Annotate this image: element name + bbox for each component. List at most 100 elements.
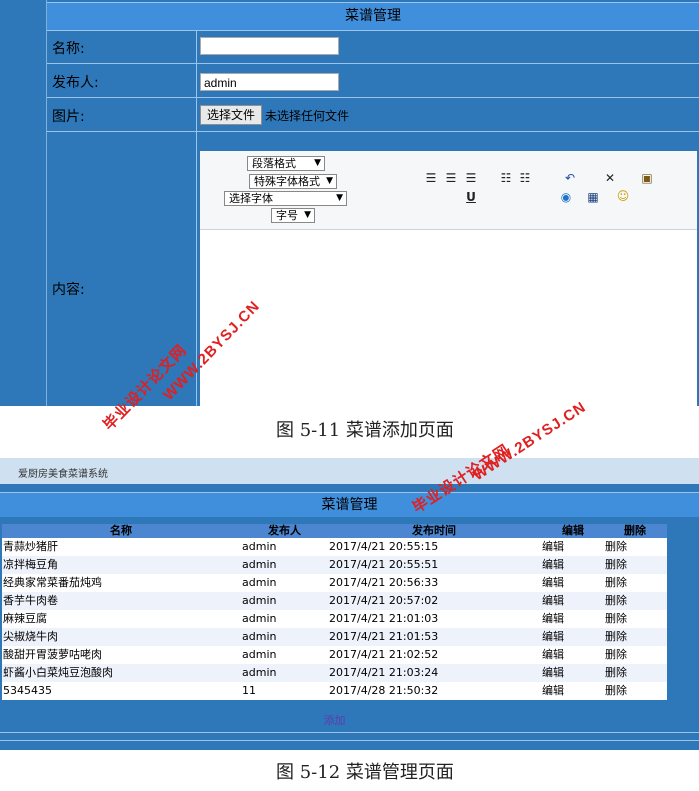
- font-size-value: 字号: [276, 209, 298, 222]
- cell-publisher: admin: [242, 594, 277, 607]
- edit-link[interactable]: 编辑: [542, 646, 564, 664]
- header-time: 发布时间: [412, 524, 456, 537]
- table-row: 尖椒烧牛肉 admin 2017/4/21 21:01:53 编辑 删除: [2, 628, 667, 646]
- edit-link[interactable]: 编辑: [542, 628, 564, 646]
- table-row: 香芋牛肉卷 admin 2017/4/21 20:57:02 编辑 删除: [2, 592, 667, 610]
- header-publisher: 发布人: [268, 524, 301, 537]
- file-status: 未选择任何文件: [265, 109, 350, 123]
- row-divider: [47, 63, 699, 64]
- choose-file-button[interactable]: 选择文件: [200, 105, 263, 125]
- close-icon[interactable]: ✕: [603, 171, 617, 185]
- header-edit: 编辑: [562, 524, 584, 537]
- chevron-down-icon: ▼: [326, 176, 333, 186]
- cell-time: 2017/4/21 21:01:03: [329, 612, 439, 625]
- row-divider: [47, 131, 699, 132]
- cell-name: 香芋牛肉卷: [3, 594, 58, 607]
- cell-publisher: admin: [242, 630, 277, 643]
- edit-link[interactable]: 编辑: [542, 592, 564, 610]
- undo-icon[interactable]: ↶: [563, 171, 577, 185]
- font-select-value: 选择字体: [229, 192, 273, 205]
- footer-divider: [0, 732, 699, 733]
- delete-link[interactable]: 删除: [605, 664, 627, 682]
- cell-time: 2017/4/21 21:02:52: [329, 648, 439, 661]
- chevron-down-icon: ▼: [314, 158, 321, 168]
- cell-name: 尖椒烧牛肉: [3, 630, 58, 643]
- content-label: 内容:: [52, 282, 85, 298]
- header-name: 名称: [110, 524, 132, 537]
- table-row: 虾酱小白菜炖豆泡酸肉 admin 2017/4/21 21:03:24 编辑 删除: [2, 664, 667, 682]
- cell-time: 2017/4/21 20:55:15: [329, 540, 439, 553]
- special-format-value: 特殊字体格式: [254, 175, 320, 188]
- cell-name: 凉拌梅豆角: [3, 558, 58, 571]
- cell-name: 酸甜开胃菠萝咕咾肉: [3, 648, 102, 661]
- row-divider: [47, 97, 699, 98]
- cell-publisher: admin: [242, 540, 277, 553]
- delete-link[interactable]: 删除: [605, 538, 627, 556]
- table-row: 凉拌梅豆角 admin 2017/4/21 20:55:51 编辑 删除: [2, 556, 667, 574]
- cell-time: 2017/4/21 21:03:24: [329, 666, 439, 679]
- table-row: 经典家常菜番茄炖鸡 admin 2017/4/21 20:56:33 编辑 删除: [2, 574, 667, 592]
- smiley-icon[interactable]: ☺: [616, 189, 630, 203]
- publisher-input[interactable]: admin: [200, 73, 339, 91]
- cell-name: 5345435: [3, 684, 52, 697]
- edit-link[interactable]: 编辑: [542, 574, 564, 592]
- figure-caption-5-12: 图 5-12 菜谱管理页面: [276, 762, 454, 783]
- delete-link[interactable]: 删除: [605, 682, 627, 700]
- bulleted-list-icon[interactable]: ☷: [499, 171, 513, 185]
- delete-link[interactable]: 删除: [605, 556, 627, 574]
- cell-publisher: admin: [242, 648, 277, 661]
- cell-time: 2017/4/28 21:50:32: [329, 684, 439, 697]
- numbered-list-icon[interactable]: ☷: [518, 171, 532, 185]
- footer-divider: [0, 740, 699, 741]
- cell-publisher: admin: [242, 612, 277, 625]
- align-center-icon[interactable]: ☰: [444, 171, 458, 185]
- paragraph-format-select[interactable]: 段落格式 ▼: [247, 156, 325, 171]
- delete-link[interactable]: 删除: [605, 574, 627, 592]
- name-input[interactable]: [200, 37, 339, 55]
- underline-icon[interactable]: U: [464, 190, 478, 204]
- font-size-select[interactable]: 字号 ▼: [271, 208, 315, 223]
- cell-publisher: admin: [242, 558, 277, 571]
- recipe-table: 名称 发布人 发布时间 编辑 删除 青蒜炒猪肝 admin 2017/4/21 20…: [2, 524, 667, 700]
- cell-publisher: 11: [242, 684, 256, 697]
- special-format-select[interactable]: 特殊字体格式 ▼: [249, 174, 337, 189]
- cell-name: 虾酱小白菜炖豆泡酸肉: [3, 666, 113, 679]
- add-link[interactable]: 添加: [324, 714, 346, 727]
- table-header: 名称 发布人 发布时间 编辑 删除: [2, 524, 667, 538]
- header-delete: 删除: [624, 524, 646, 537]
- cell-time: 2017/4/21 20:56:33: [329, 576, 439, 589]
- table-row: 酸甜开胃菠萝咕咾肉 admin 2017/4/21 21:02:52 编辑 删除: [2, 646, 667, 664]
- cell-name: 经典家常菜番茄炖鸡: [3, 576, 102, 589]
- chevron-down-icon: ▼: [336, 193, 343, 203]
- cell-name: 麻辣豆腐: [3, 612, 47, 625]
- edit-link[interactable]: 编辑: [542, 556, 564, 574]
- align-left-icon[interactable]: ☰: [424, 171, 438, 185]
- table-icon[interactable]: ▦: [586, 190, 600, 204]
- figure-caption-5-11: 图 5-11 菜谱添加页面: [276, 420, 454, 441]
- edit-link[interactable]: 编辑: [542, 610, 564, 628]
- cell-time: 2017/4/21 20:55:51: [329, 558, 439, 571]
- form-title: 菜谱管理: [47, 2, 699, 31]
- edit-link[interactable]: 编辑: [542, 538, 564, 556]
- font-select[interactable]: 选择字体 ▼: [224, 191, 347, 206]
- link-icon[interactable]: ◉: [559, 190, 573, 204]
- table-row: 麻辣豆腐 admin 2017/4/21 21:01:03 编辑 删除: [2, 610, 667, 628]
- name-label: 名称:: [52, 41, 85, 57]
- delete-link[interactable]: 删除: [605, 592, 627, 610]
- table-body: 青蒜炒猪肝 admin 2017/4/21 20:55:15 编辑 删除 凉拌梅豆角 adm…: [2, 538, 667, 700]
- edit-link[interactable]: 编辑: [542, 682, 564, 700]
- paste-icon[interactable]: ▣: [640, 171, 654, 185]
- align-right-icon[interactable]: ☰: [464, 171, 478, 185]
- image-label: 图片:: [52, 109, 85, 125]
- cell-time: 2017/4/21 21:01:53: [329, 630, 439, 643]
- publisher-label: 发布人:: [52, 75, 99, 91]
- paragraph-format-value: 段落格式: [252, 157, 296, 170]
- chevron-down-icon: ▼: [304, 210, 311, 220]
- delete-link[interactable]: 删除: [605, 646, 627, 664]
- delete-link[interactable]: 删除: [605, 610, 627, 628]
- table-row: 青蒜炒猪肝 admin 2017/4/21 20:55:15 编辑 删除: [2, 538, 667, 556]
- delete-link[interactable]: 删除: [605, 628, 627, 646]
- cell-name: 青蒜炒猪肝: [3, 540, 58, 553]
- cell-publisher: admin: [242, 666, 277, 679]
- edit-link[interactable]: 编辑: [542, 664, 564, 682]
